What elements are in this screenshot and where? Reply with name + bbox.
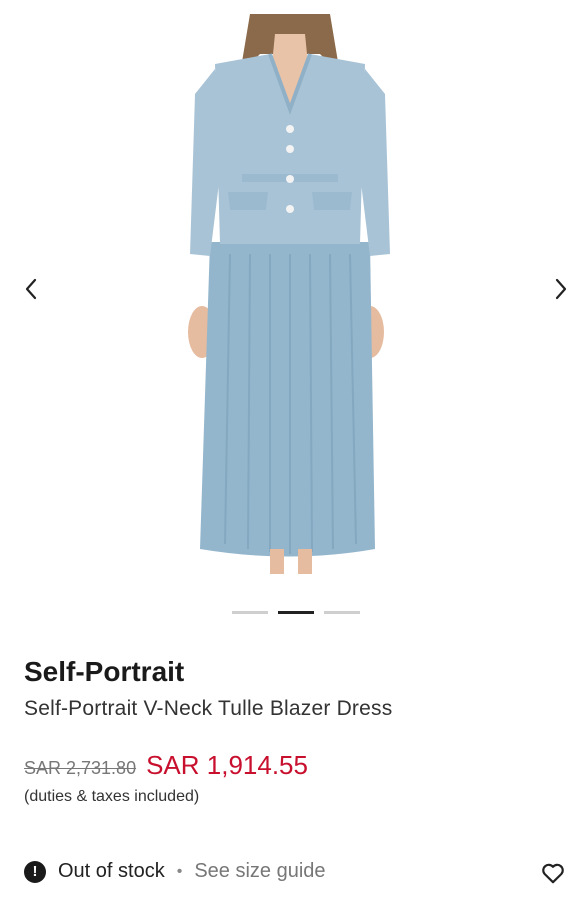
product-photo: [188, 14, 390, 574]
next-image-button[interactable]: [544, 272, 574, 306]
wishlist-heart-icon[interactable]: [540, 860, 566, 886]
product-brand[interactable]: Self-Portrait: [24, 656, 184, 688]
pagination-dot[interactable]: [324, 611, 360, 614]
size-guide-link[interactable]: See size guide: [194, 860, 325, 883]
gallery-pagination: [232, 611, 360, 614]
price-row: SAR 2,731.80 SAR 1,914.55: [24, 750, 308, 781]
chevron-left-icon: [25, 278, 37, 300]
product-image-gallery[interactable]: [0, 0, 574, 590]
sale-price: SAR 1,914.55: [146, 750, 308, 780]
previous-image-button[interactable]: [14, 272, 48, 306]
separator-dot: •: [176, 862, 183, 880]
chevron-right-icon: [555, 278, 567, 300]
stock-status: Out of stock: [58, 860, 165, 882]
duties-note: (duties & taxes included): [24, 788, 200, 805]
stock-status-row: ! Out of stock • See size guide: [24, 860, 326, 883]
pagination-dot[interactable]: [232, 611, 268, 614]
pagination-dot-active[interactable]: [278, 611, 314, 614]
original-price: SAR 2,731.80: [24, 758, 137, 778]
product-name: Self-Portrait V-Neck Tulle Blazer Dress: [24, 697, 393, 720]
alert-icon: !: [24, 860, 46, 883]
